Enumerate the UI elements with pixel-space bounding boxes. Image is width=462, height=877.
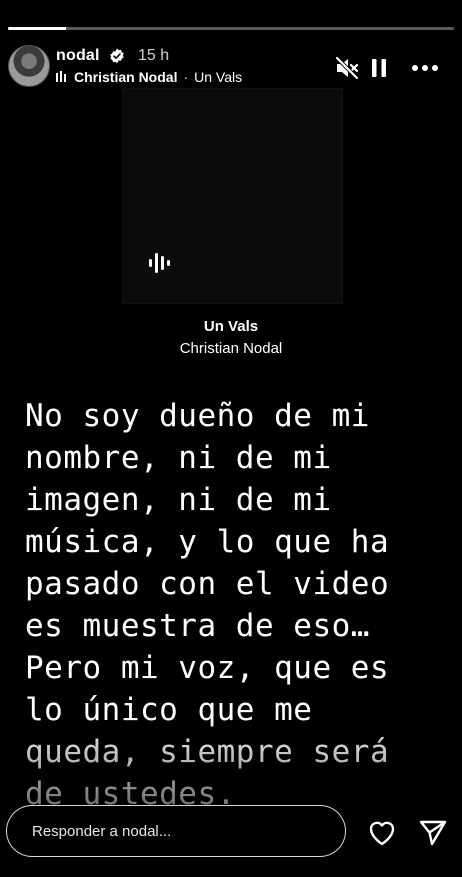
username[interactable]: nodal	[56, 47, 100, 65]
muted-speaker-icon[interactable]	[334, 55, 360, 81]
reply-input[interactable]: Responder a nodal...	[6, 805, 346, 857]
verified-badge-icon	[110, 48, 124, 64]
music-bars-icon	[56, 71, 66, 82]
sticker-song-title: Un Vals	[203, 318, 259, 335]
sticker-song-artist: Christian Nodal	[179, 340, 283, 357]
music-attribution[interactable]: Christian Nodal · Un Vals	[56, 69, 242, 85]
story-header: nodal 15 h Christian Nodal · Un Vals	[8, 45, 454, 89]
avatar[interactable]	[8, 45, 50, 87]
post-time: 15 h	[138, 47, 170, 64]
music-song: Un Vals	[194, 69, 243, 85]
reply-placeholder: Responder a nodal...	[32, 822, 172, 840]
music-artist: Christian Nodal	[74, 69, 178, 85]
story-progress-bar	[8, 27, 454, 30]
music-separator: ·	[183, 69, 189, 85]
more-options-icon[interactable]	[410, 55, 440, 81]
send-icon[interactable]	[418, 817, 448, 847]
story-text-overlay: No soy dueño de mi nombre, ni de mi imag…	[25, 398, 390, 812]
heart-icon[interactable]	[366, 817, 398, 849]
story-progress-fill	[8, 27, 66, 30]
pause-icon[interactable]	[366, 55, 392, 81]
audio-waveform-icon	[149, 253, 170, 273]
